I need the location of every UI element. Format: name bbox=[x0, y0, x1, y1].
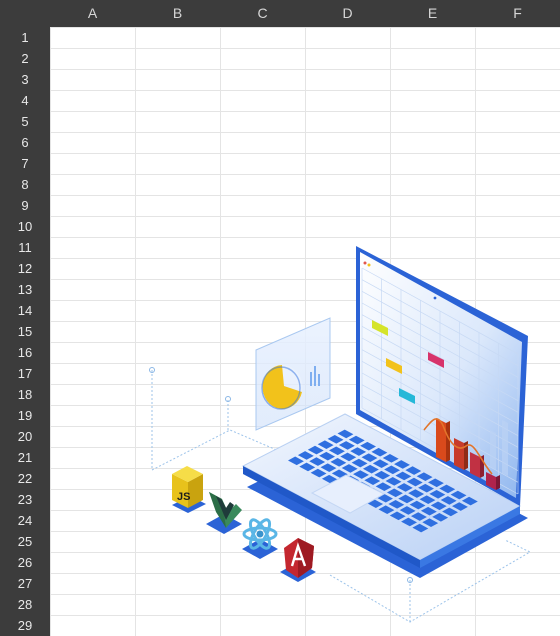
angular-logo-icon bbox=[280, 538, 316, 582]
react-logo-icon bbox=[242, 518, 278, 559]
laptop-illustration: JS bbox=[149, 246, 532, 623]
spreadsheet: A B C D E F 1 2 3 4 5 6 7 8 9 10 11 12 13 14 15 16 17 18 1… bbox=[0, 0, 560, 636]
pie-chart-panel bbox=[255, 317, 331, 431]
window-dot-icon bbox=[363, 261, 367, 265]
javascript-logo-icon: JS bbox=[172, 466, 206, 513]
svg-text:JS: JS bbox=[177, 491, 190, 503]
window-dot-icon bbox=[367, 263, 371, 267]
vue-logo-icon bbox=[206, 492, 242, 534]
camera-icon bbox=[433, 296, 437, 300]
